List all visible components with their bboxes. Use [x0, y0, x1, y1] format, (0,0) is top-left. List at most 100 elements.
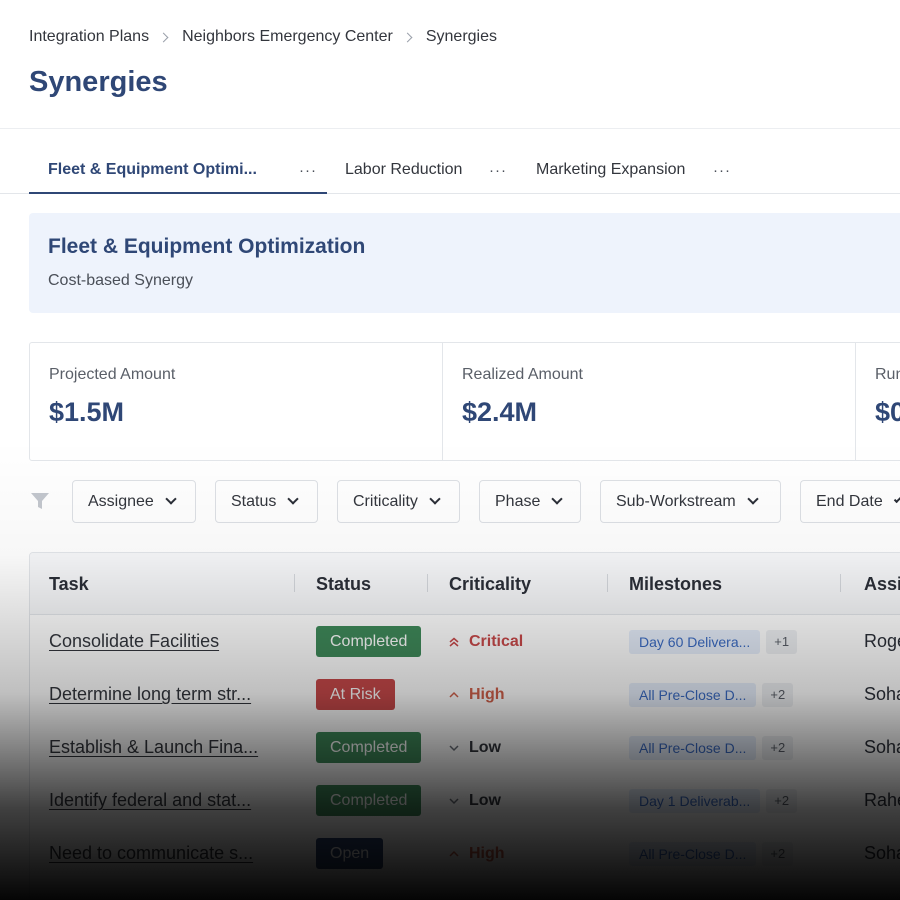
assignee-name: Soha [864, 737, 900, 757]
milestone-more-count[interactable]: +2 [762, 735, 794, 760]
metric-value: $1.5M [49, 397, 125, 427]
filter-end-date[interactable]: End Date [800, 480, 900, 523]
filter-icon[interactable] [29, 490, 51, 512]
task-link[interactable]: Identify federal and stat... [49, 790, 251, 811]
milestone-more-count[interactable]: +2 [766, 788, 798, 813]
filter-label: Sub-Workstream [616, 492, 736, 510]
chevron-right-icon [402, 32, 413, 42]
chevron-down-icon [449, 797, 459, 804]
filter-label: End Date [816, 492, 883, 510]
filter-label: Status [231, 492, 277, 510]
criticality-label: High [469, 685, 505, 703]
more-horizontal-icon[interactable]: ··· [296, 158, 320, 182]
filter-label: Phase [495, 492, 541, 510]
double-chevron-up-icon [449, 637, 459, 647]
metric-projected-amount: Projected Amount $1.5M [30, 343, 443, 460]
status-badge: Completed [316, 732, 422, 763]
criticality-value: Critical [449, 633, 523, 651]
task-link[interactable]: Establish & Launch Fina... [49, 737, 258, 758]
filter-label: Assignee [88, 492, 154, 510]
criticality-value: Low [449, 792, 501, 810]
metric-value: $0 [875, 397, 900, 427]
task-link[interactable]: Determine long term str... [49, 684, 251, 705]
assignee-name: Soha [864, 684, 900, 704]
criticality-value: Low [449, 739, 501, 757]
chevron-down-icon [893, 494, 900, 504]
synergy-tabs: Fleet & Equipment Optimi... ··· Labor Re… [0, 146, 900, 194]
chevron-down-icon [165, 493, 177, 505]
breadcrumb-item-integration-plans[interactable]: Integration Plans [29, 28, 149, 46]
column-header-assignee[interactable]: Assi [864, 553, 900, 615]
status-badge: Completed [316, 626, 422, 657]
column-divider [294, 574, 295, 592]
metric-label: Realized Amount [462, 366, 583, 383]
column-header-status[interactable]: Status [316, 553, 371, 615]
chevron-down-icon [287, 493, 300, 505]
filter-sub-workstream[interactable]: Sub-Workstream [600, 480, 781, 523]
status-badge: Completed [316, 785, 422, 816]
chevron-down-icon [551, 493, 564, 505]
table-row: Establish & Launch Fina... Completed Low… [30, 721, 900, 774]
metric-run-rate: Run $0 [856, 343, 900, 460]
column-divider [840, 574, 841, 592]
breadcrumb: Integration Plans Neighbors Emergency Ce… [29, 28, 497, 46]
tab-fleet-equipment[interactable]: Fleet & Equipment Optimi... [48, 146, 257, 194]
column-divider [607, 574, 608, 592]
column-header-criticality[interactable]: Criticality [449, 553, 531, 615]
milestone-tag[interactable]: All Pre-Close D... [629, 682, 757, 707]
header-divider [0, 128, 900, 129]
milestone-tag[interactable]: All Pre-Close D... [629, 735, 757, 760]
metrics-panel: Projected Amount $1.5M Realized Amount $… [29, 342, 900, 461]
chevron-down-icon [449, 744, 459, 751]
criticality-value: High [449, 686, 505, 704]
filter-assignee[interactable]: Assignee [72, 480, 196, 523]
tasks-table: Task Status Criticality Milestones Assi … [29, 552, 900, 900]
assignee-name: Soha [864, 843, 900, 863]
table-header: Task Status Criticality Milestones Assi [30, 553, 900, 615]
metric-realized-amount: Realized Amount $2.4M [443, 343, 856, 460]
column-header-task[interactable]: Task [49, 553, 89, 615]
milestone-more-count[interactable]: +2 [762, 841, 794, 866]
task-link[interactable]: Consolidate Facilities [49, 631, 219, 652]
table-row: Identify federal and stat... Completed L… [30, 774, 900, 827]
assignee-name: Rahe [864, 790, 900, 810]
criticality-label: Low [469, 791, 501, 809]
tab-labor-reduction[interactable]: Labor Reduction [345, 146, 462, 194]
column-divider [427, 574, 428, 592]
table-row: Need to communicate s... Open High All P… [30, 827, 900, 880]
page-title: Synergies [29, 66, 168, 98]
breadcrumb-item-synergies: Synergies [425, 28, 497, 45]
criticality-label: Critical [469, 632, 524, 650]
assignee-name: Roge [864, 631, 900, 651]
filter-label: Criticality [353, 492, 418, 510]
more-horizontal-icon[interactable]: ··· [710, 158, 734, 182]
filter-criticality[interactable]: Criticality [337, 480, 460, 523]
filter-status[interactable]: Status [215, 480, 318, 523]
chevron-down-icon [747, 493, 759, 505]
synergy-banner: Fleet & Equipment Optimization Cost-base… [29, 213, 900, 313]
metric-label: Projected Amount [49, 366, 176, 383]
milestone-more-count[interactable]: +2 [762, 682, 794, 707]
chevron-right-icon [158, 32, 169, 42]
criticality-value: High [449, 845, 505, 863]
filter-phase[interactable]: Phase [479, 480, 581, 523]
criticality-label: High [469, 844, 505, 862]
milestone-tag[interactable]: All Pre-Close D... [629, 841, 757, 866]
status-badge: At Risk [316, 679, 395, 710]
milestone-tag[interactable]: Day 60 Delivera... [629, 629, 761, 654]
tab-marketing-expansion[interactable]: Marketing Expansion [536, 146, 685, 194]
table-row: Determine long term str... At Risk High … [30, 668, 900, 721]
active-tab-indicator [29, 192, 327, 194]
more-horizontal-icon[interactable]: ··· [486, 158, 510, 182]
synergy-title: Fleet & Equipment Optimization [48, 235, 366, 258]
chevron-down-icon [429, 493, 441, 505]
table-row: Consolidate Facilities Completed Critica… [30, 615, 900, 668]
criticality-label: Low [469, 738, 501, 756]
breadcrumb-item-neighbors-emergency-center[interactable]: Neighbors Emergency Center [182, 28, 393, 46]
milestone-tag[interactable]: Day 1 Deliverab... [629, 788, 761, 813]
column-header-milestones[interactable]: Milestones [629, 553, 722, 615]
task-link[interactable]: Need to communicate s... [49, 843, 253, 864]
metric-value: $2.4M [462, 397, 538, 427]
metric-label: Run [875, 366, 900, 383]
milestone-more-count[interactable]: +1 [766, 629, 798, 654]
